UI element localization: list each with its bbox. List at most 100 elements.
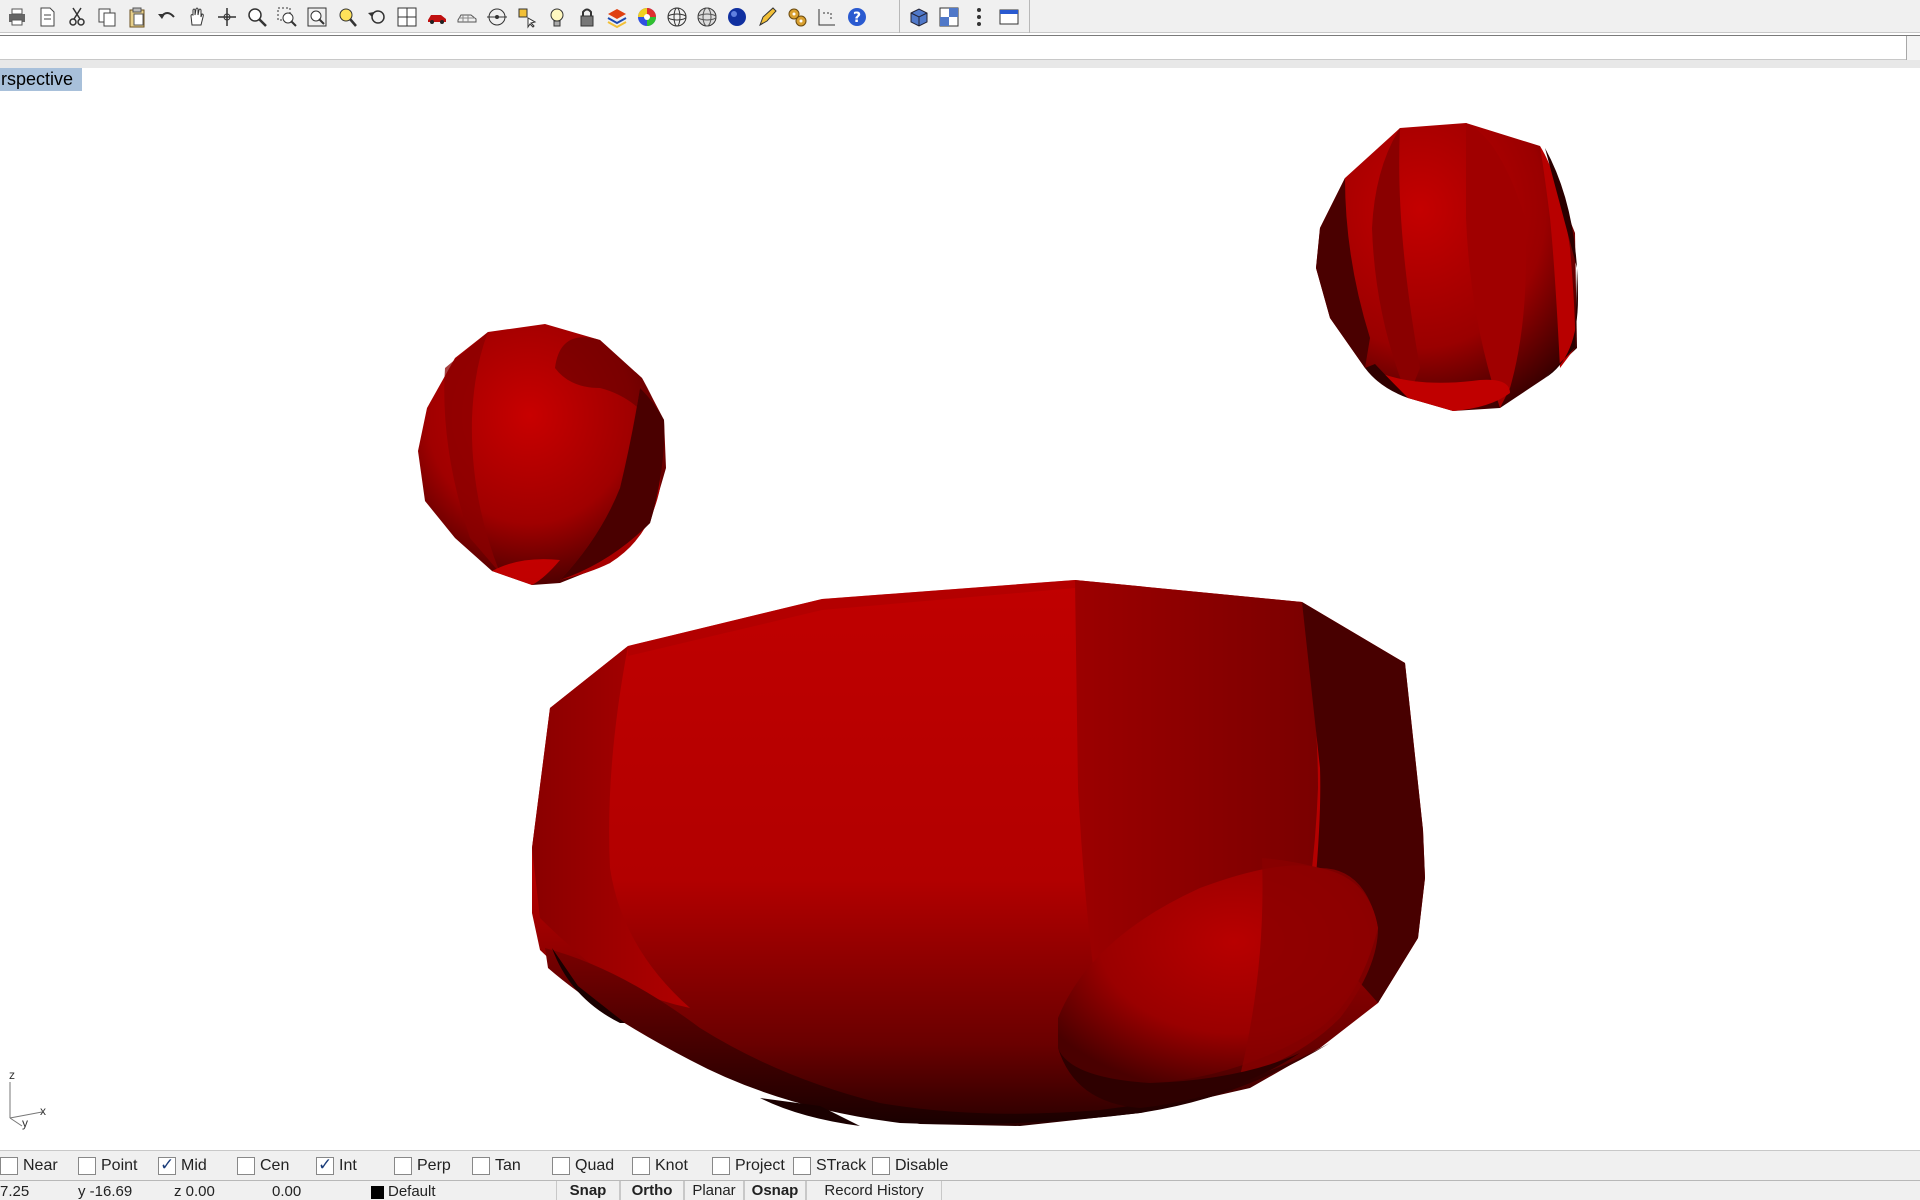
viewport-layout-button[interactable] — [934, 2, 964, 32]
zoom-button[interactable] — [242, 2, 272, 32]
four-viewports-button[interactable] — [392, 2, 422, 32]
zoom-extents-icon — [305, 5, 329, 29]
car-button[interactable] — [422, 2, 452, 32]
paste-icon — [125, 5, 149, 29]
zoom-extents-button[interactable] — [302, 2, 332, 32]
osnap-int-checkbox[interactable]: ✓ — [316, 1156, 334, 1175]
vertical-dots-icon — [967, 5, 991, 29]
toolbar-group-standard: ? — [0, 0, 900, 33]
help-button[interactable]: ? — [842, 2, 872, 32]
osnap-project-checkbox[interactable] — [712, 1157, 730, 1175]
undo-view-change-icon — [365, 5, 389, 29]
cut-button[interactable] — [62, 2, 92, 32]
zoom-selected-button[interactable] — [332, 2, 362, 32]
color-wheel-icon — [635, 5, 659, 29]
osnap-knot-checkbox[interactable] — [632, 1157, 650, 1175]
osnap-strack[interactable]: STrack — [793, 1156, 866, 1176]
layer-color-swatch[interactable] — [371, 1186, 384, 1199]
osnap-point-checkbox[interactable] — [78, 1157, 96, 1175]
left-sphere-solid[interactable] — [418, 324, 666, 585]
osnap-point-label: Point — [101, 1157, 138, 1174]
osnap-near[interactable]: Near — [0, 1156, 58, 1176]
osnap-project[interactable]: Project — [712, 1156, 785, 1176]
status-current-layer[interactable]: Default — [388, 1182, 436, 1200]
axis-label-z: z — [9, 1068, 15, 1082]
wireframe-car-button[interactable] — [452, 2, 482, 32]
properties-icon — [35, 5, 59, 29]
osnap-toggle[interactable]: Osnap — [744, 1181, 806, 1200]
rendered-sphere-button[interactable] — [722, 2, 752, 32]
svg-text:?: ? — [853, 10, 861, 26]
osnap-mid-label: Mid — [181, 1157, 207, 1174]
lock-icon — [575, 5, 599, 29]
osnap-perp-checkbox[interactable] — [394, 1157, 412, 1175]
copy-button[interactable] — [92, 2, 122, 32]
record-history-toggle[interactable]: Record History — [806, 1181, 942, 1200]
osnap-disable-label: Disable — [895, 1157, 949, 1174]
command-scrollbar[interactable] — [1906, 36, 1920, 60]
osnap-tan-checkbox[interactable] — [472, 1157, 490, 1175]
sphere-wireframe-icon — [665, 5, 689, 29]
layers-button[interactable] — [602, 2, 632, 32]
osnap-near-checkbox[interactable] — [0, 1157, 18, 1175]
osnap-mid[interactable]: ✓ Mid — [158, 1156, 207, 1176]
cplane-button[interactable] — [482, 2, 512, 32]
osnap-disable[interactable]: Disable — [872, 1156, 948, 1176]
status-y-coordinate: y -16.69 — [78, 1183, 133, 1200]
perspective-viewport[interactable]: rspective z x y — [0, 68, 1920, 1150]
vertical-dots-button[interactable] — [964, 2, 994, 32]
wireframe-car-icon — [455, 5, 479, 29]
pan-hand-button[interactable] — [182, 2, 212, 32]
osnap-quad-checkbox[interactable] — [552, 1157, 570, 1175]
dimension-icon — [815, 5, 839, 29]
options-gear-button[interactable] — [782, 2, 812, 32]
dimension-button[interactable] — [812, 2, 842, 32]
osnap-quad[interactable]: Quad — [552, 1156, 614, 1176]
color-wheel-button[interactable] — [632, 2, 662, 32]
osnap-quad-label: Quad — [575, 1157, 615, 1174]
model-canvas[interactable] — [0, 68, 1920, 1150]
select-filter-button[interactable] — [512, 2, 542, 32]
viewport-layout-icon — [937, 5, 961, 29]
rotate-view-icon — [215, 5, 239, 29]
right-sphere-solid[interactable] — [1316, 123, 1578, 411]
rotate-view-button[interactable] — [212, 2, 242, 32]
light-bulb-button[interactable] — [542, 2, 572, 32]
osnap-strack-checkbox[interactable] — [793, 1157, 811, 1175]
world-axis-icon: z x y — [4, 1068, 52, 1130]
cplane-icon — [485, 5, 509, 29]
zoom-window-button[interactable] — [272, 2, 302, 32]
osnap-int[interactable]: ✓ Int — [316, 1156, 357, 1176]
highlighter-button[interactable] — [752, 2, 782, 32]
osnap-perp[interactable]: Perp — [394, 1156, 451, 1176]
planar-toggle[interactable]: Planar — [684, 1181, 744, 1200]
osnap-cen-checkbox[interactable] — [237, 1157, 255, 1175]
shaded-box-button[interactable] — [904, 2, 934, 32]
print-button[interactable] — [2, 2, 32, 32]
osnap-point[interactable]: Point — [78, 1156, 137, 1176]
sphere-wireframe-button[interactable] — [662, 2, 692, 32]
osnap-disable-checkbox[interactable] — [872, 1157, 890, 1175]
status-x-coordinate: 7.25 — [0, 1183, 30, 1200]
command-input[interactable] — [2, 38, 1882, 57]
undo-button[interactable] — [152, 2, 182, 32]
undo-view-change-button[interactable] — [362, 2, 392, 32]
toolbar-group-viewports — [902, 0, 1030, 33]
paste-button[interactable] — [122, 2, 152, 32]
osnap-knot[interactable]: Knot — [632, 1156, 688, 1176]
osnap-cen-label: Cen — [260, 1157, 290, 1174]
layers-icon — [605, 5, 629, 29]
properties-button[interactable] — [32, 2, 62, 32]
ortho-toggle[interactable]: Ortho — [620, 1181, 684, 1200]
viewport-title[interactable]: rspective — [0, 68, 83, 91]
ghosted-sphere-button[interactable] — [692, 2, 722, 32]
osnap-tan[interactable]: Tan — [472, 1156, 521, 1176]
lock-button[interactable] — [572, 2, 602, 32]
standard-toolbar: ? — [0, 0, 1920, 33]
pan-hand-icon — [185, 5, 209, 29]
osnap-cen[interactable]: Cen — [237, 1156, 289, 1176]
window-button[interactable] — [994, 2, 1024, 32]
osnap-mid-checkbox[interactable]: ✓ — [158, 1156, 176, 1175]
snap-toggle[interactable]: Snap — [556, 1181, 620, 1200]
bowl-solid[interactable] — [532, 580, 1425, 1126]
